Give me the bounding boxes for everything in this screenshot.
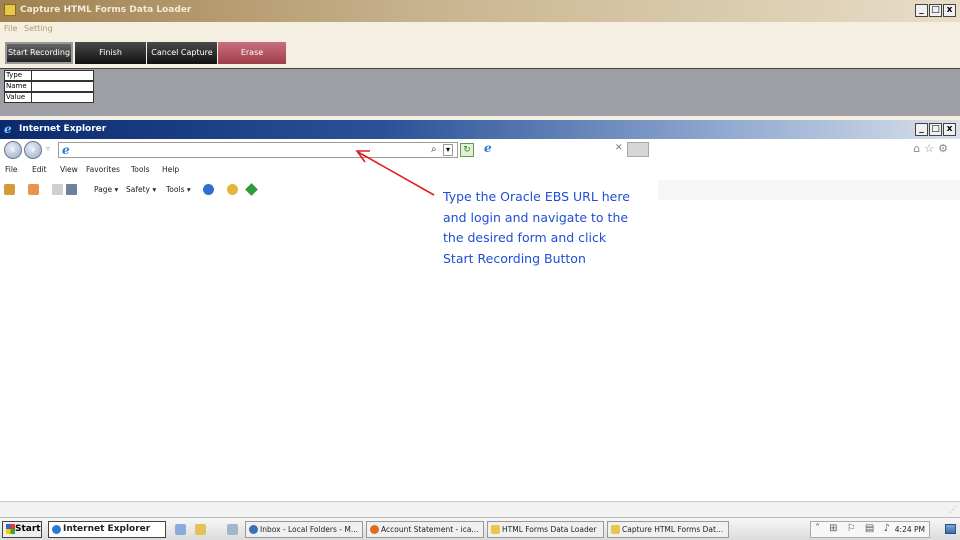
tab-ie-icon[interactable]: e [484, 141, 492, 155]
safety-menu[interactable]: Safety ▾ [126, 185, 156, 194]
app-icon [611, 525, 620, 534]
tools-menu[interactable]: Tools ▾ [166, 185, 191, 194]
taskbar-item-capture[interactable]: Capture HTML Forms Dat... [607, 521, 729, 538]
thunderbird-icon [249, 525, 258, 534]
close-button[interactable]: x [943, 4, 956, 17]
home-icon[interactable] [4, 184, 15, 195]
capture-app-title: Capture HTML Forms Data Loader [20, 5, 192, 15]
field-row-value: Value [4, 92, 94, 103]
refresh-icon[interactable]: ↻ [460, 143, 474, 157]
system-tray: ˄ ⊞ ⚐ ▤ ♪ 4:24 PM [810, 521, 930, 538]
new-tab-button[interactable] [627, 142, 649, 157]
field-value-name[interactable] [32, 81, 94, 92]
firefox-icon [370, 525, 379, 534]
home-favorites-settings-icons[interactable]: ⌂☆⚙ [913, 142, 952, 155]
capture-app-menubar: File Setting [0, 22, 960, 38]
taskbar-item-label: Internet Explorer [63, 524, 151, 534]
erase-button[interactable]: Erase [218, 42, 286, 64]
field-row-type: Type [4, 70, 94, 81]
taskbar-item-label: Inbox - Local Folders - M... [260, 525, 359, 534]
resize-grip-icon[interactable]: ⋰ [949, 505, 957, 514]
taskbar-item-firefox[interactable]: Account Statement - ica... [366, 521, 484, 538]
annotation-arrow [355, 150, 435, 196]
tray-icons[interactable]: ˄ ⊞ ⚐ ▤ ♪ [815, 523, 893, 534]
maximize-button[interactable]: □ [929, 4, 942, 17]
annotation-line: and login and navigate to the [443, 209, 629, 225]
ie-window-controls: _ □ x [915, 123, 956, 136]
start-label: Start [15, 524, 41, 534]
capture-app-window-controls: _ □ x [915, 4, 956, 17]
field-value-value[interactable] [32, 92, 94, 103]
field-row-name: Name [4, 81, 94, 92]
ie-close-button[interactable]: x [943, 123, 956, 136]
feeds-icon[interactable] [28, 184, 39, 195]
ie-titlebar[interactable]: e Internet Explorer _ □ x [0, 120, 960, 139]
research-icon[interactable] [227, 184, 238, 195]
ie-title: Internet Explorer [19, 124, 107, 134]
help-icon[interactable] [203, 184, 214, 195]
cancel-capture-button[interactable]: Cancel Capture [147, 42, 217, 64]
ie-minimize-button[interactable]: _ [915, 123, 928, 136]
capture-app-toolbar: Start Recording Finish Cancel Capture Er… [0, 38, 960, 68]
capture-fields-panel: Type Name Value [0, 68, 960, 116]
annotation-line: Start Recording Button [443, 250, 586, 266]
field-label-type: Type [4, 70, 32, 81]
annotation-text: Type the Oracle EBS URL here and login a… [443, 187, 673, 269]
forward-button[interactable]: › [24, 141, 42, 159]
annotation-line: Type the Oracle EBS URL here [443, 189, 630, 204]
taskbar-item-label: HTML Forms Data Loader [502, 525, 597, 534]
ie-navigation-bar: ‹ › ▿ e ⌕ ▾ ↻ e ✕ ⌂☆⚙ [0, 139, 960, 161]
app-icon [4, 4, 16, 16]
field-label-name: Name [4, 81, 32, 92]
mail-icon[interactable] [52, 184, 63, 195]
taskbar-item-label: Capture HTML Forms Dat... [622, 525, 724, 534]
addon-icon[interactable] [245, 183, 258, 196]
taskbar: Start Internet Explorer Inbox - Local Fo… [0, 517, 960, 540]
ie-maximize-button[interactable]: □ [929, 123, 942, 136]
minimize-button[interactable]: _ [915, 4, 928, 17]
taskbar-item-thunderbird[interactable]: Inbox - Local Folders - M... [245, 521, 363, 538]
ie-menu-view[interactable]: View [60, 165, 78, 174]
print-icon[interactable] [66, 184, 77, 195]
ie-menu-edit[interactable]: Edit [32, 165, 47, 174]
quicklaunch-icon[interactable] [175, 524, 186, 535]
field-label-value: Value [4, 92, 32, 103]
back-button[interactable]: ‹ [4, 141, 22, 159]
address-ie-icon: e [62, 143, 70, 157]
menu-file[interactable]: File [4, 24, 17, 33]
ie-menu-help[interactable]: Help [162, 165, 179, 174]
finish-button[interactable]: Finish [75, 42, 146, 64]
taskbar-item-ie[interactable]: Internet Explorer [48, 521, 166, 538]
notes-icon[interactable] [227, 524, 238, 535]
start-button[interactable]: Start [2, 521, 42, 538]
history-dropdown-icon[interactable]: ▿ [46, 144, 50, 153]
windows-flag-icon [6, 524, 15, 534]
start-recording-button[interactable]: Start Recording [5, 42, 73, 64]
menu-setting[interactable]: Setting [24, 24, 53, 33]
ie-menu-file[interactable]: File [5, 165, 18, 174]
ie-icon: e [4, 122, 12, 136]
taskbar-item-html-forms[interactable]: HTML Forms Data Loader [487, 521, 604, 538]
field-value-type[interactable] [32, 70, 94, 81]
show-desktop-icon[interactable] [945, 524, 956, 534]
ie-menu-tools[interactable]: Tools [131, 165, 149, 174]
ie-menu-favorites[interactable]: Favorites [86, 165, 120, 174]
app-icon [491, 525, 500, 534]
taskbar-item-label: Account Statement - ica... [381, 525, 479, 534]
ie-icon [52, 525, 61, 534]
ie-status-bar: ⋰ [0, 501, 960, 517]
folder-icon[interactable] [195, 524, 206, 535]
capture-app-titlebar[interactable]: Capture HTML Forms Data Loader _ □ x [0, 0, 960, 22]
tab-close-icon[interactable]: ✕ [615, 143, 623, 153]
annotation-line: the desired form and click [443, 230, 607, 245]
clock[interactable]: 4:24 PM [895, 525, 925, 534]
ie-menubar: File Edit View Favorites Tools Help [0, 161, 960, 180]
page-menu[interactable]: Page ▾ [94, 185, 118, 194]
command-bar-right-area [658, 180, 960, 200]
